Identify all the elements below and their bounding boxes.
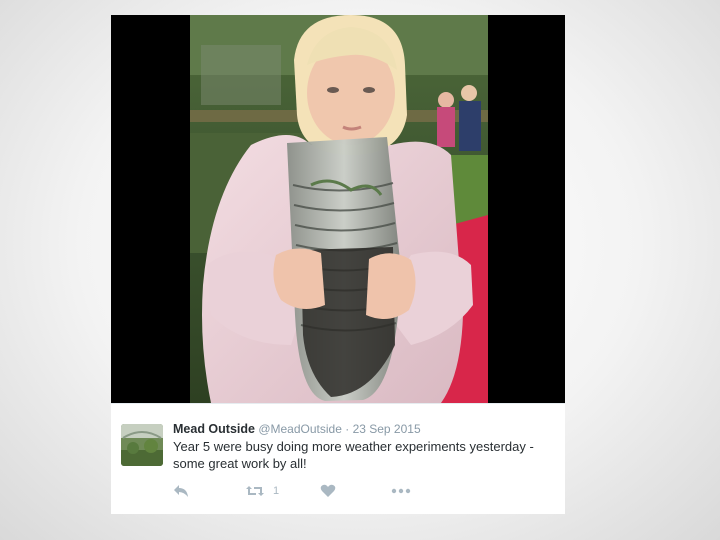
more-button[interactable]	[391, 482, 411, 500]
separator: ·	[345, 422, 350, 436]
heart-icon	[320, 484, 336, 497]
tweet-photo[interactable]	[111, 15, 565, 403]
tweet-header: Mead Outside @MeadOutside · 23 Sep 2015	[173, 422, 421, 436]
tweet-text: Year 5 were busy doing more weather expe…	[173, 438, 553, 472]
tweet-text-line: some great work by all!	[173, 456, 307, 471]
reply-icon	[174, 485, 188, 497]
tweet: Mead Outside @MeadOutside · 23 Sep 2015 …	[111, 403, 565, 514]
retweet-button[interactable]: 1	[245, 482, 279, 500]
reply-button[interactable]	[173, 482, 189, 500]
avatar-image	[121, 424, 163, 466]
retweet-count: 1	[273, 485, 280, 497]
tweet-actions: 1	[173, 482, 553, 500]
handle[interactable]: @MeadOutside	[258, 422, 342, 436]
avatar[interactable]	[121, 424, 163, 466]
photo-girl-with-bottle	[111, 15, 565, 403]
like-button[interactable]	[320, 482, 336, 500]
tweet-text-line: Year 5 were busy doing more weather expe…	[173, 439, 534, 454]
retweet-icon	[246, 486, 264, 496]
more-icon	[391, 488, 411, 494]
tweet-card: Mead Outside @MeadOutside · 23 Sep 2015 …	[111, 15, 565, 514]
display-name[interactable]: Mead Outside	[173, 422, 255, 436]
timestamp[interactable]: 23 Sep 2015	[353, 422, 421, 436]
